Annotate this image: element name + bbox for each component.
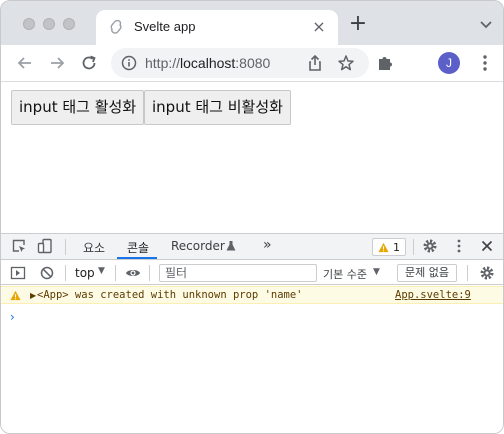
url-scheme: http://: [145, 55, 181, 71]
context-caret-icon[interactable]: ▼: [98, 266, 105, 276]
tab-recorder[interactable]: Recorder: [171, 239, 225, 253]
tab-close-icon[interactable]: ×: [310, 18, 328, 36]
warning-icon: [378, 242, 389, 253]
tab-elements[interactable]: 요소: [83, 239, 105, 256]
browser-toolbar: http://localhost:8080: [1, 45, 503, 82]
divider: [149, 265, 150, 281]
page-viewport: input 태그 활성화 input 태그 비활성화: [1, 83, 503, 233]
window-maximize-button[interactable]: [63, 18, 75, 30]
url-text[interactable]: http://localhost:8080: [145, 55, 270, 71]
context-selector[interactable]: top: [75, 266, 95, 280]
bookmark-star-icon[interactable]: [337, 54, 355, 72]
svelte-favicon-icon: [110, 19, 122, 34]
log-levels-caret-icon[interactable]: ▼: [373, 267, 380, 277]
tab-strip: Svelte app × +: [1, 1, 503, 45]
warning-icon: [10, 290, 21, 301]
settings-gear-icon[interactable]: [422, 238, 438, 254]
console-settings-gear-icon[interactable]: [479, 265, 495, 281]
enable-input-button[interactable]: input 태그 활성화: [11, 90, 145, 125]
inspect-element-icon[interactable]: [11, 238, 27, 254]
tab-title: Svelte app: [134, 19, 196, 34]
share-icon[interactable]: [306, 54, 324, 72]
divider: [65, 239, 66, 255]
issues-button[interactable]: 문제 없음: [397, 264, 457, 282]
clear-console-icon[interactable]: [39, 265, 55, 281]
divider: [413, 239, 414, 255]
warning-text: <App> was created with unknown prop 'nam…: [37, 289, 303, 301]
expand-triangle-icon[interactable]: ▶: [30, 291, 36, 300]
back-arrow-icon[interactable]: [15, 53, 35, 73]
window-close-button[interactable]: [23, 18, 35, 30]
console-toolbar: top ▼ 필터 기본 수준 ▼ 문제 없음: [1, 261, 503, 285]
forward-arrow-icon[interactable]: [47, 53, 67, 73]
tab-console[interactable]: 콘솔: [127, 239, 149, 256]
active-tab-indicator: [117, 257, 157, 259]
url-host: localhost: [180, 55, 236, 71]
profile-avatar[interactable]: J: [438, 52, 460, 74]
sidebar-toggle-icon[interactable]: [10, 265, 26, 281]
extensions-puzzle-icon[interactable]: [375, 53, 395, 73]
devtools-menu-icon[interactable]: [451, 238, 467, 254]
devtools-panel: 요소 콘솔 Recorder » 1 top ▼ 필터 기본 수준 ▼ 문제 없…: [1, 233, 503, 433]
warning-count: 1: [393, 241, 400, 254]
warning-count-badge[interactable]: 1: [372, 238, 406, 256]
reload-icon[interactable]: [79, 53, 99, 73]
devtools-tab-bar: 요소 콘솔 Recorder » 1: [1, 234, 503, 260]
flask-icon: [226, 241, 236, 251]
console-prompt-icon[interactable]: ›: [10, 310, 15, 324]
device-toolbar-icon[interactable]: [37, 238, 53, 254]
browser-tab[interactable]: Svelte app ×: [96, 10, 338, 45]
console-filter-input[interactable]: 필터: [159, 264, 317, 282]
browser-window: Svelte app × + http://localhost:8080 J i…: [0, 0, 504, 434]
new-tab-button[interactable]: +: [347, 13, 369, 36]
divider: [115, 265, 116, 281]
window-minimize-button[interactable]: [43, 18, 55, 30]
site-info-icon[interactable]: [121, 55, 137, 71]
disable-input-button[interactable]: input 태그 비활성화: [144, 90, 291, 125]
browser-menu-icon[interactable]: [475, 53, 495, 73]
more-tabs-icon[interactable]: »: [263, 237, 272, 253]
divider: [467, 265, 468, 281]
url-port: :8080: [235, 55, 271, 71]
live-expression-eye-icon[interactable]: [125, 265, 141, 281]
address-bar[interactable]: http://localhost:8080: [111, 48, 369, 78]
close-devtools-icon[interactable]: [479, 238, 495, 254]
warning-source-link[interactable]: App.svelte:9: [395, 289, 471, 301]
log-levels-dropdown[interactable]: 기본 수준: [323, 266, 367, 282]
console-warning-message[interactable]: ▶ <App> was created with unknown prop 'n…: [1, 286, 503, 304]
divider: [65, 265, 66, 281]
tab-search-chevron-icon[interactable]: [477, 15, 495, 33]
